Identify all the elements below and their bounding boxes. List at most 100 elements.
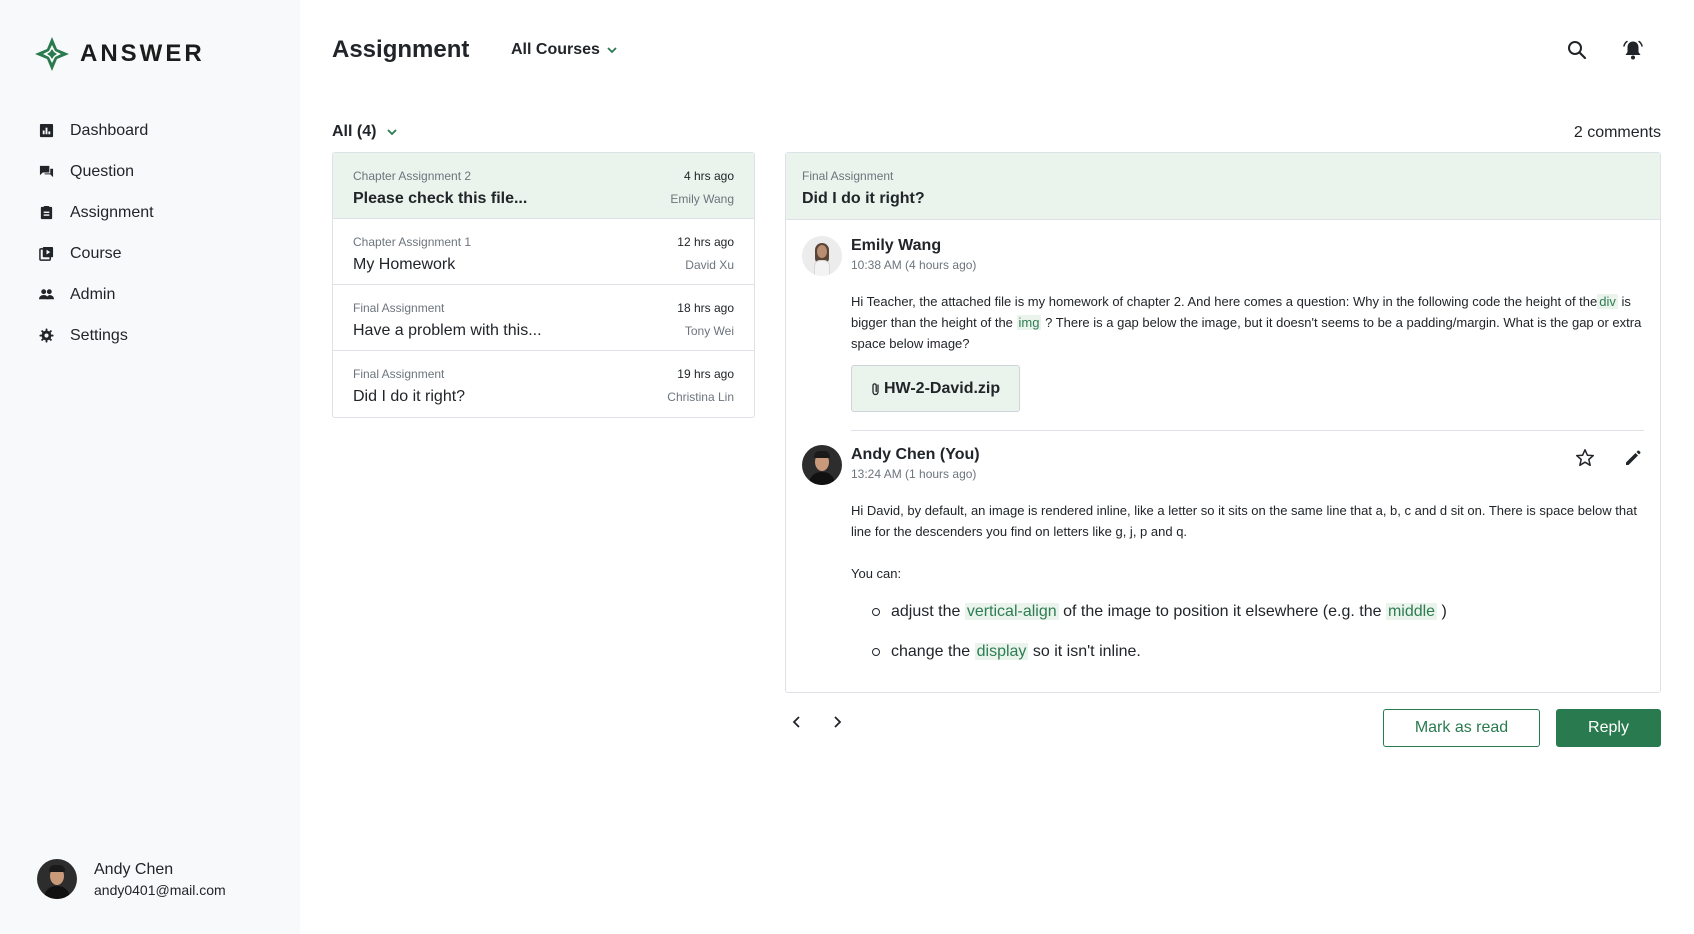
list-item: adjust the vertical-align of the image t… [851,599,1644,639]
sidebar-item-label: Settings [70,326,128,344]
comment: Emily Wang 10:38 AM (4 hours ago) Hi Tea… [802,236,1644,436]
comment-text: Hi David, by default, an image is render… [851,503,1637,539]
comment: Andy Chen (You) 13:24 AM (1 hours ago) H… [802,445,1644,675]
assignment-author: David Xu [685,258,734,272]
sidebar-item-settings[interactable]: Settings [0,315,300,356]
text-segment: change the [891,643,975,660]
chart-icon [38,123,54,139]
comment-author: Andy Chen (You) [851,446,980,463]
chevron-down-icon [387,129,398,136]
reply-button[interactable]: Reply [1556,709,1661,747]
assignment-category: Final Assignment [353,301,445,315]
sidebar: ANSWER Dashboard Question Assignment Cou… [0,0,300,934]
chevron-left-icon [792,716,800,728]
assignment-title: Have a problem with this... [353,322,542,339]
assignment-title: Did I do it right? [353,388,466,405]
detail-title: Did I do it right? [802,190,925,207]
sidebar-item-course[interactable]: Course [0,233,300,274]
logo[interactable]: ANSWER [34,36,205,72]
assignment-detail: Final Assignment Did I do it right? Emil… [785,152,1661,693]
assignment-category: Final Assignment [353,367,445,381]
course-filter-label: All Courses [511,41,600,58]
list-item[interactable]: Chapter Assignment 2 Please check this f… [333,153,754,219]
attachment-name: HW-2-David.zip [884,379,1001,397]
list-item[interactable]: Final Assignment Did I do it right? 19 h… [333,351,754,417]
assignment-title: My Homework [353,256,456,273]
user-name: Andy Chen [94,860,174,878]
logo-text: ANSWER [80,40,205,67]
inline-code: middle [1385,603,1438,620]
comment-author: Emily Wang [851,237,942,254]
status-filter-dropdown[interactable]: All (4) [332,123,398,141]
chevron-right-icon [834,716,842,728]
inline-code: img [1016,315,1042,330]
list-item: change the display so it isn't inline. [851,639,1644,679]
paperclip-icon [872,382,879,395]
course-icon [38,246,54,262]
sidebar-item-label: Question [70,162,135,180]
text-segment: of the image to position it elsewhere (e… [1058,603,1386,620]
sidebar-item-label: Assignment [70,203,154,221]
sidebar-item-label: Course [70,244,122,262]
assignment-category: Chapter Assignment 2 [353,169,472,183]
sidebar-item-admin[interactable]: Admin [0,274,300,315]
inline-code: display [974,643,1029,660]
assignment-time: 18 hrs ago [677,301,734,315]
prev-page-button[interactable] [787,712,807,732]
sidebar-item-assignment[interactable]: Assignment [0,192,300,233]
comment-time: 13:24 AM (1 hours ago) [851,467,977,481]
search-icon[interactable] [1565,38,1589,62]
assignment-time: 4 hrs ago [683,169,734,183]
page-title: Assignment [332,36,470,63]
user-email: andy0401@mail.com [94,881,226,898]
sidebar-item-label: Dashboard [70,121,149,139]
gear-icon [38,328,54,344]
user-profile[interactable]: Andy Chen andy0401@mail.com [37,859,226,899]
text-segment: so it isn't inline. [1028,643,1141,660]
detail-header: Final Assignment Did I do it right? [786,153,1660,220]
people-icon [38,287,54,303]
chevron-down-icon [607,47,617,54]
sidebar-item-dashboard[interactable]: Dashboard [0,110,300,151]
assignment-author: Emily Wang [670,192,734,206]
assignment-time: 19 hrs ago [677,367,734,381]
avatar [37,859,77,899]
mark-as-read-button[interactable]: Mark as read [1383,709,1540,747]
bell-icon[interactable] [1621,38,1645,62]
assignment-time: 12 hrs ago [677,235,734,249]
comment-list: adjust the vertical-align of the image t… [851,599,1644,679]
inline-code: vertical-align [964,603,1059,620]
text-segment: adjust the [891,603,965,620]
edit-icon[interactable] [1622,447,1644,469]
sidebar-item-question[interactable]: Question [0,151,300,192]
comment-time: 10:38 AM (4 hours ago) [851,258,977,272]
inline-code: div [1597,294,1618,309]
assignment-author: Tony Wei [684,324,734,338]
attachment-file[interactable]: HW-2-David.zip [851,365,1020,412]
answer-logo-icon [35,37,69,71]
divider [851,430,1644,431]
course-filter-dropdown[interactable]: All Courses [511,41,618,59]
sidebar-item-label: Admin [70,285,116,303]
avatar [802,445,842,485]
text-segment: ) [1437,603,1447,620]
comment-text: Hi Teacher, the attached file is my home… [851,291,1644,354]
assignment-category: Chapter Assignment 1 [353,235,472,249]
next-page-button[interactable] [827,712,847,732]
detail-category: Final Assignment [802,169,894,183]
clipboard-icon [38,205,54,221]
text-segment: Hi Teacher, the attached file is my home… [851,294,1598,309]
sidebar-nav: Dashboard Question Assignment Course Adm… [0,110,300,356]
comment-intro: You can: [851,566,902,581]
list-item[interactable]: Chapter Assignment 1 My Homework 12 hrs … [333,219,754,285]
assignment-author: Christina Lin [667,390,734,404]
avatar [802,236,842,276]
chat-icon [38,164,54,180]
comment-actions [1548,447,1644,469]
assignment-title: Please check this file... [353,190,528,207]
comments-count: 2 comments [1573,124,1661,141]
assignment-list: Chapter Assignment 2 Please check this f… [332,152,755,418]
list-item[interactable]: Final Assignment Have a problem with thi… [333,285,754,351]
status-filter-label: All (4) [332,123,377,140]
star-icon[interactable] [1574,447,1596,469]
